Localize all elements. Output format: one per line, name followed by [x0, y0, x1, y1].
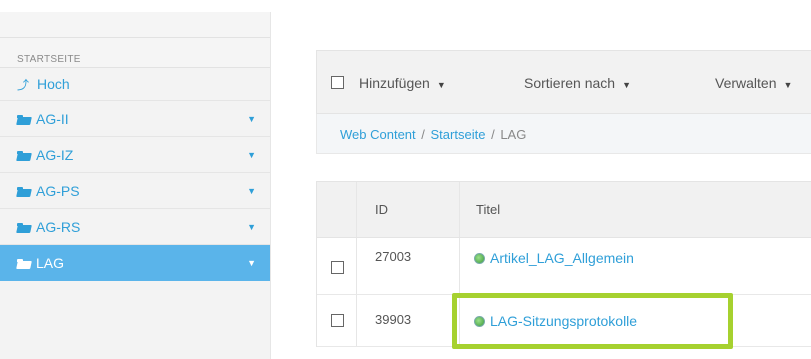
header-id-cell[interactable]: ID [357, 182, 460, 237]
folder-icon [17, 223, 31, 233]
manage-dropdown-button[interactable]: Verwalten ▼ [715, 75, 792, 91]
sort-label: Sortieren nach [524, 75, 616, 91]
header-check-cell [317, 182, 357, 237]
sidebar-item-ag-ii[interactable]: AG-II ▼ [0, 101, 270, 137]
sidebar-item-ag-iz[interactable]: AG-IZ ▼ [0, 137, 270, 173]
column-header-id: ID [375, 202, 388, 217]
highlight-box [452, 293, 733, 349]
caret-down-icon: ▼ [783, 80, 793, 90]
table-header: ID Titel [317, 181, 811, 238]
row-id: 39903 [375, 312, 412, 327]
header-title-cell[interactable]: Titel [460, 182, 811, 237]
row-checkbox[interactable] [331, 261, 344, 274]
chevron-down-icon[interactable]: ▼ [247, 101, 256, 137]
management-toolbar: Hinzufügen ▼ Sortieren nach ▼ Verwalten ▼ [316, 50, 811, 114]
sidebar-item-label: AG-II [36, 111, 69, 127]
chevron-down-icon[interactable]: ▼ [247, 209, 256, 245]
web-content-icon [474, 253, 485, 264]
add-dropdown-button[interactable]: Hinzufügen ▼ [359, 75, 446, 91]
chevron-down-icon[interactable]: ▼ [247, 137, 256, 173]
sidebar-item-label: LAG [36, 255, 65, 271]
row-title-link[interactable]: Artikel_LAG_Allgemein [474, 250, 634, 266]
row-id: 27003 [375, 249, 412, 264]
sidebar-section-header: STARTSEITE [0, 38, 270, 68]
row-check-cell [317, 295, 357, 346]
sidebar-item-label: AG-IZ [36, 147, 74, 163]
sort-dropdown-button[interactable]: Sortieren nach ▼ [524, 75, 631, 91]
sidebar-item-label: AG-RS [36, 219, 81, 235]
caret-down-icon: ▼ [436, 80, 446, 90]
add-label: Hinzufügen [359, 75, 430, 91]
level-up-icon: ⤴ [17, 78, 30, 92]
breadcrumb-link-web-content[interactable]: Web Content [340, 127, 416, 142]
breadcrumb-separator: / [491, 127, 495, 142]
row-title-text: Artikel_LAG_Allgemein [490, 250, 634, 266]
sidebar-item-label: Hoch [37, 76, 70, 92]
breadcrumb: Web Content / Startseite / LAG [316, 114, 811, 154]
folder-icon [17, 187, 31, 197]
row-checkbox[interactable] [331, 314, 344, 327]
sidebar-item-up[interactable]: ⤴ Hoch [0, 68, 270, 101]
table-row: 27003 Artikel_LAG_Allgemein [317, 238, 811, 295]
sidebar-item-lag[interactable]: LAG ▼ [0, 245, 270, 281]
sidebar-item-ag-ps[interactable]: AG-PS ▼ [0, 173, 270, 209]
folder-icon [17, 115, 31, 125]
breadcrumb-separator: / [421, 127, 425, 142]
row-check-cell [317, 238, 357, 294]
sidebar-top-bar [0, 12, 270, 38]
row-id-cell: 39903 [357, 295, 460, 346]
folder-open-icon [17, 259, 31, 269]
sidebar-item-label: AG-PS [36, 183, 80, 199]
breadcrumb-link-startseite[interactable]: Startseite [431, 127, 486, 142]
row-id-cell: 27003 [357, 238, 460, 294]
manage-label: Verwalten [715, 75, 777, 91]
sidebar-item-ag-rs[interactable]: AG-RS ▼ [0, 209, 270, 245]
breadcrumb-current: LAG [500, 127, 527, 142]
select-all-checkbox[interactable] [331, 76, 344, 89]
caret-down-icon: ▼ [622, 80, 631, 90]
folder-icon [17, 151, 31, 161]
row-title-cell: Artikel_LAG_Allgemein [460, 238, 811, 294]
chevron-down-icon[interactable]: ▼ [247, 173, 256, 209]
chevron-down-icon[interactable]: ▼ [247, 245, 256, 281]
column-header-title: Titel [476, 202, 501, 217]
sidebar: STARTSEITE ⤴ Hoch AG-II ▼ AG-IZ ▼ AG-PS ▼… [0, 12, 271, 359]
